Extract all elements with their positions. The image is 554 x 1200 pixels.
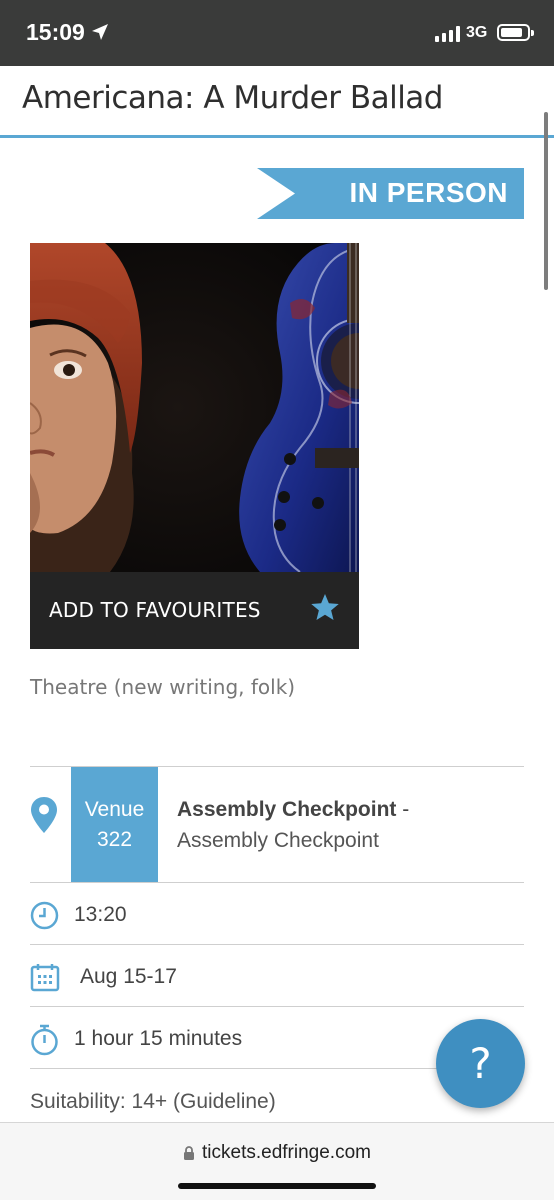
venue-name-link[interactable]: Assembly Checkpoint - (177, 798, 409, 822)
page-header: Americana: A Murder Ballad (0, 66, 554, 138)
page-title: Americana: A Murder Ballad (22, 80, 444, 116)
venue-label: Venue (84, 798, 145, 821)
genre-text: Theatre (new writing, folk) (30, 675, 296, 699)
add-to-favourites-button[interactable]: ADD TO FAVOURITES (30, 572, 359, 649)
divider (30, 944, 524, 945)
venue-number: 322 (96, 828, 133, 851)
stopwatch-icon (31, 1024, 58, 1056)
location-pin-icon (31, 797, 57, 833)
battery-icon (497, 24, 534, 41)
clock-icon (30, 901, 59, 930)
url-text: tickets.edfringe.com (202, 1142, 371, 1163)
divider (30, 882, 524, 883)
star-icon (311, 594, 339, 620)
badge-label: IN PERSON (349, 177, 508, 208)
venue-dash: - (396, 798, 410, 821)
show-time: 13:20 (74, 903, 127, 926)
lock-icon (184, 1146, 194, 1160)
divider (30, 1006, 524, 1007)
suitability-text: Suitability: 14+ (Guideline) (30, 1090, 276, 1113)
location-arrow-icon (92, 24, 108, 40)
venue-subtitle: Assembly Checkpoint (177, 829, 379, 852)
browser-url-bar[interactable]: tickets.edfringe.com (0, 1122, 554, 1200)
scrollbar[interactable] (544, 112, 548, 290)
network-type: 3G (466, 24, 488, 41)
favourites-label: ADD TO FAVOURITES (49, 598, 261, 622)
show-dates: Aug 15-17 (80, 965, 177, 988)
show-image[interactable] (30, 243, 359, 572)
in-person-badge: IN PERSON (257, 168, 524, 219)
status-time: 15:09 (26, 19, 85, 45)
calendar-icon (30, 964, 60, 992)
show-duration: 1 hour 15 minutes (74, 1027, 243, 1050)
help-button[interactable]: ? (436, 1019, 525, 1108)
status-bar: 15:09 3G (0, 0, 554, 66)
venue-number-box: Venue 322 (71, 767, 158, 883)
venue-name: Assembly Checkpoint (177, 798, 397, 821)
home-indicator[interactable] (178, 1183, 376, 1189)
signal-icon (435, 26, 461, 42)
